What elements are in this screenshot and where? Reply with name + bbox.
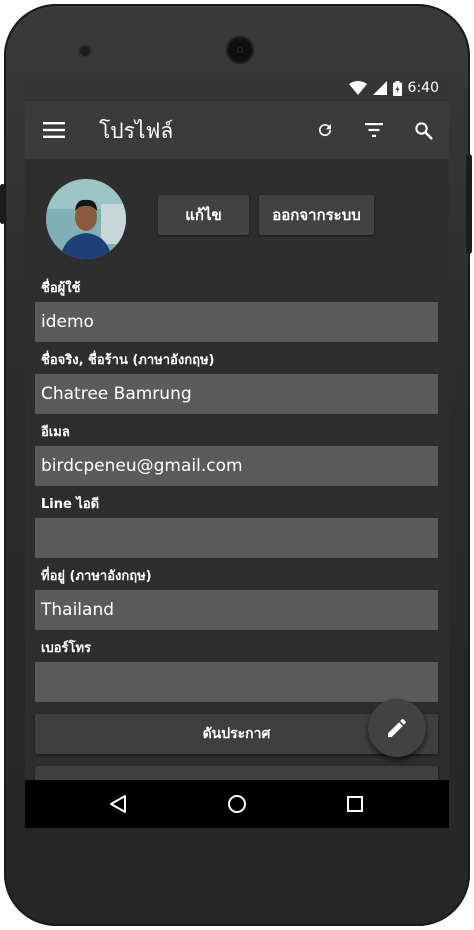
avatar[interactable] (46, 179, 126, 259)
phone-label: เบอร์โทร (41, 641, 92, 656)
edit-fab[interactable] (368, 699, 426, 757)
status-time: 6:40 (407, 80, 439, 96)
email-label: อีเมล (41, 425, 70, 440)
profile-content: แก้ไข ออกจากระบบ ชื่อผู้ใช้ idemo ชื่อจร… (25, 159, 449, 780)
pencil-icon (388, 719, 406, 737)
phone-field[interactable] (35, 662, 438, 702)
refresh-icon[interactable] (305, 110, 345, 150)
line-id-field[interactable] (35, 518, 438, 558)
username-label: ชื่อผู้ใช้ (41, 281, 81, 296)
address-label: ที่อยู่ (ภาษาอังกฤษ) (41, 569, 152, 584)
filter-icon[interactable] (354, 110, 394, 150)
recents-icon[interactable] (325, 784, 385, 824)
back-icon[interactable] (88, 784, 148, 824)
home-icon[interactable] (207, 784, 267, 824)
next-button-partial[interactable] (35, 766, 438, 780)
line-id-label: Line ไอดี (41, 497, 100, 512)
signal-icon (372, 81, 387, 95)
realname-label: ชื่อจริง, ชื่อร้าน (ภาษาอังกฤษ) (41, 353, 215, 368)
earpiece-speaker (228, 38, 252, 62)
username-field[interactable]: idemo (35, 302, 438, 342)
address-field[interactable]: Thailand (35, 590, 438, 630)
logout-button[interactable]: ออกจากระบบ (259, 195, 374, 235)
email-field[interactable]: birdcpeneu@gmail.com (35, 446, 438, 486)
menu-icon[interactable] (34, 110, 74, 150)
edit-button[interactable]: แก้ไข (158, 195, 249, 235)
realname-field[interactable]: Chatree Bamrung (35, 374, 438, 414)
status-bar: 6:40 (25, 77, 449, 101)
search-icon[interactable] (403, 110, 443, 150)
screen: 6:40 โปรไฟล์ แก้ไข ออกจากระบบ ชื่อผู้ใช้… (25, 77, 449, 828)
power-button (0, 184, 5, 224)
battery-charging-icon (392, 80, 402, 96)
wifi-icon (348, 81, 367, 95)
page-title: โปรไฟล์ (99, 119, 174, 143)
volume-button (466, 154, 472, 254)
nav-bar (25, 780, 449, 828)
front-camera (80, 46, 90, 56)
app-bar: โปรไฟล์ (25, 101, 449, 159)
